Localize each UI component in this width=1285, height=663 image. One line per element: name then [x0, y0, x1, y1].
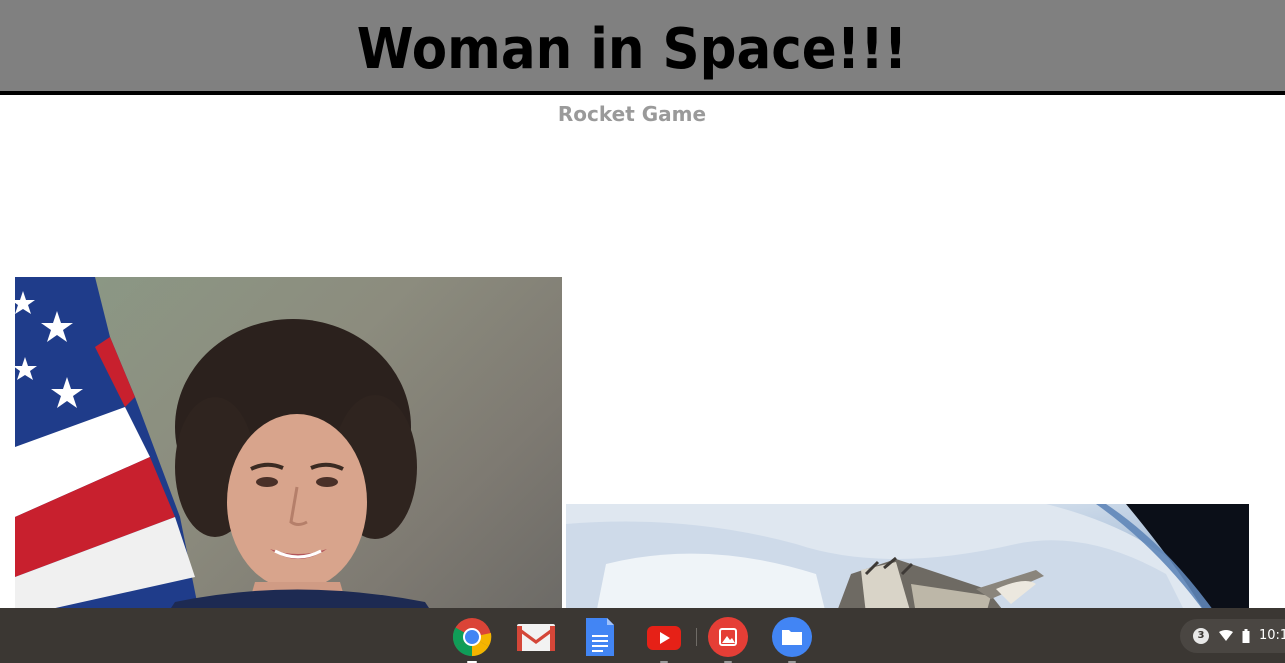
shelf-app-gmail[interactable] — [516, 617, 556, 657]
shelf-app-gallery[interactable] — [708, 617, 748, 663]
notification-count-badge: 3 — [1193, 628, 1209, 644]
gallery-icon — [708, 617, 748, 657]
shelf-app-docs[interactable] — [580, 617, 620, 657]
taskbar: 3 10:1 — [0, 608, 1285, 663]
shelf-app-youtube[interactable] — [644, 617, 684, 663]
clock: 10:1 — [1259, 628, 1285, 643]
status-tray[interactable]: 3 10:1 — [1180, 619, 1285, 653]
shelf-app-files[interactable] — [772, 617, 812, 663]
gmail-icon — [517, 624, 555, 651]
page-title: Woman in Space!!! — [356, 17, 908, 82]
astronaut-portrait-image — [15, 277, 562, 617]
page-header: Woman in Space!!! — [0, 0, 1285, 95]
wifi-icon — [1219, 630, 1233, 641]
docs-icon — [586, 618, 614, 656]
battery-icon — [1242, 629, 1250, 643]
shelf-app-chrome[interactable] — [452, 617, 492, 663]
files-icon — [772, 617, 812, 657]
youtube-icon — [647, 626, 681, 650]
shelf-divider — [696, 628, 697, 646]
chrome-icon — [452, 618, 492, 657]
space-shuttle-image — [566, 504, 1249, 614]
rocket-game-link[interactable]: Rocket Game — [0, 100, 1264, 128]
